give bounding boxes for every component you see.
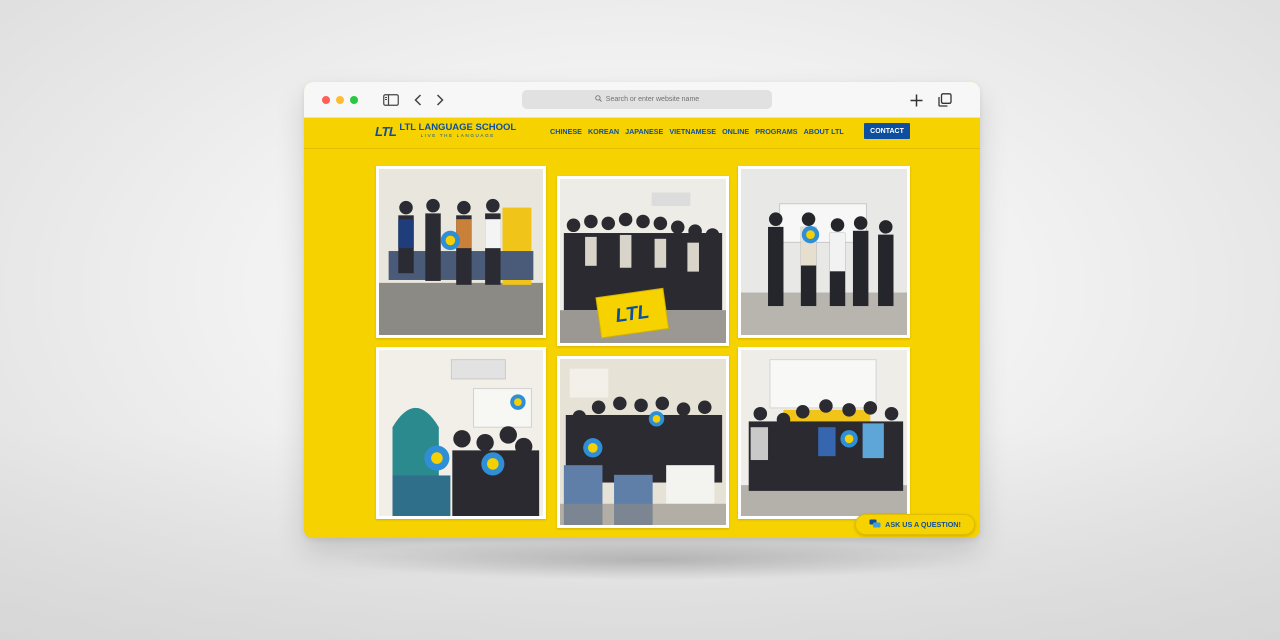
group-photo-4[interactable]: [376, 347, 546, 519]
group-photo-1[interactable]: [376, 166, 546, 338]
address-bar[interactable]: Search or enter website name: [522, 90, 772, 109]
plus-icon[interactable]: [907, 91, 925, 109]
chat-bubble-icon: [869, 519, 881, 531]
group-photo-6[interactable]: [738, 347, 910, 519]
website-content: LTL LTL LANGUAGE SCHOOL LIVE THE LANGUAG…: [304, 118, 980, 538]
group-photo-2[interactable]: LTL: [557, 176, 729, 346]
address-placeholder: Search or enter website name: [605, 96, 700, 103]
site-logo[interactable]: LTL LTL LANGUAGE SCHOOL LIVE THE LANGUAG…: [375, 123, 516, 139]
group-photo-3[interactable]: [738, 166, 910, 338]
nav-vietnamese[interactable]: VIETNAMESE: [669, 127, 716, 136]
chevron-right-icon[interactable]: [432, 91, 448, 109]
logo-name: LTL LANGUAGE SCHOOL: [399, 122, 517, 133]
ask-question-label: ASK US A QUESTION!: [885, 520, 961, 529]
group-photo-5[interactable]: [557, 356, 729, 528]
zoom-window-button[interactable]: [350, 96, 358, 104]
tabs-overview-icon[interactable]: [936, 91, 954, 109]
nav-programs[interactable]: PROGRAMS: [755, 127, 797, 136]
close-window-button[interactable]: [322, 96, 330, 104]
nav-korean[interactable]: KOREAN: [588, 127, 619, 136]
nav-japanese[interactable]: JAPANESE: [625, 127, 663, 136]
nav-about[interactable]: ABOUT LTL: [804, 127, 844, 136]
contact-button[interactable]: CONTACT: [864, 123, 910, 139]
nav-chinese[interactable]: CHINESE: [550, 127, 582, 136]
minimize-window-button[interactable]: [336, 96, 344, 104]
search-icon: [595, 95, 602, 104]
sidebar-icon[interactable]: [382, 91, 400, 109]
nav-online[interactable]: ONLINE: [722, 127, 749, 136]
main-menu: CHINESE KOREAN JAPANESE VIETNAMESE ONLIN…: [550, 127, 844, 136]
ask-question-button[interactable]: ASK US A QUESTION!: [855, 514, 975, 535]
logo-mark: LTL: [375, 123, 397, 139]
browser-window: Search or enter website name LTL LTL LAN…: [304, 82, 980, 538]
browser-shadow: [330, 540, 970, 580]
chevron-left-icon[interactable]: [410, 91, 426, 109]
logo-tagline: LIVE THE LANGUAGE: [420, 133, 495, 138]
site-navbar: LTL LTL LANGUAGE SCHOOL LIVE THE LANGUAG…: [304, 118, 980, 149]
browser-toolbar: Search or enter website name: [304, 82, 980, 118]
